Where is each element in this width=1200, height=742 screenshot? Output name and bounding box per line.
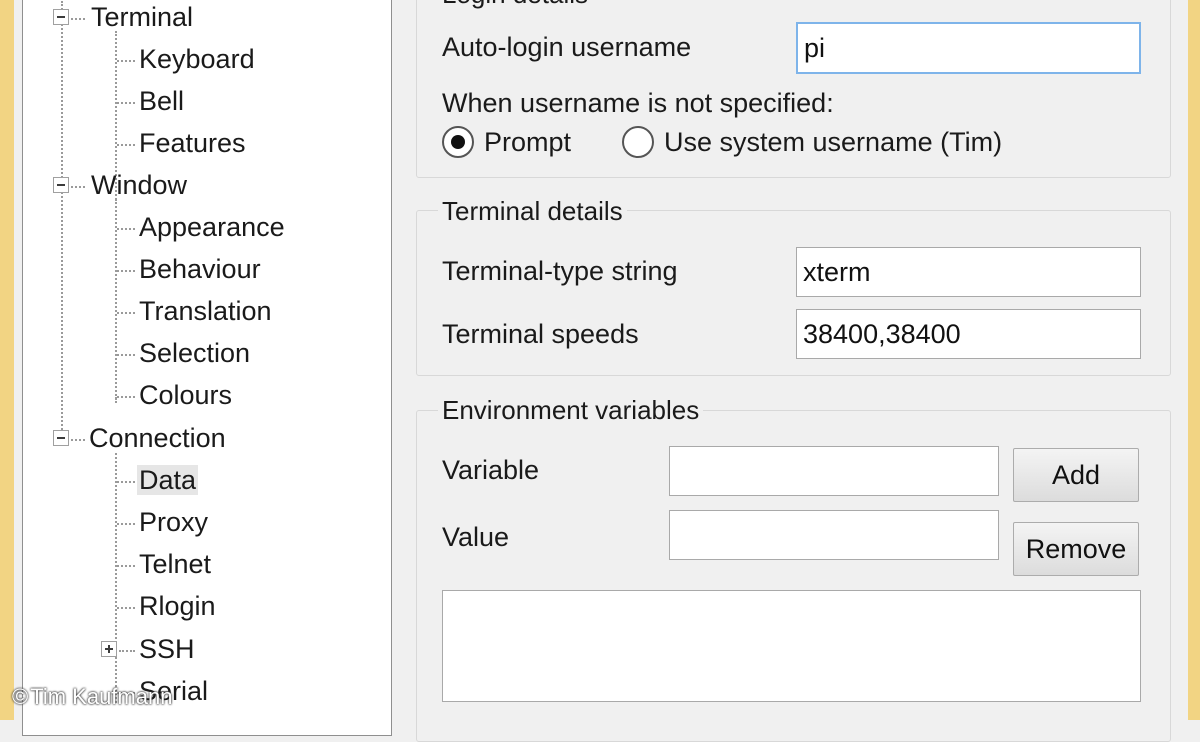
terminal-type-label: Terminal-type string <box>442 256 678 286</box>
tree-connector <box>117 396 135 398</box>
terminal-details-title: Terminal details <box>438 195 627 227</box>
tree-item-label: SSH <box>139 634 195 664</box>
terminal-speeds-input[interactable] <box>796 309 1141 359</box>
tree-item-connection[interactable]: Connection <box>87 420 228 456</box>
tree-connector <box>117 102 135 104</box>
variable-label: Variable <box>442 455 540 485</box>
environment-variables-title: Environment variables <box>438 394 704 426</box>
tree-connector <box>117 312 135 314</box>
tree-item-label: Selection <box>139 338 251 368</box>
tree-connector <box>117 270 135 272</box>
tree-item-appearance[interactable]: Appearance <box>137 209 287 245</box>
tree-item-label: Colours <box>139 380 233 410</box>
collapse-window-icon[interactable] <box>53 177 69 193</box>
tree-item-label: Keyboard <box>139 44 255 74</box>
add-button[interactable]: Add <box>1013 448 1139 502</box>
login-details-title: Login details <box>438 0 592 10</box>
tree-item-rlogin[interactable]: Rlogin <box>137 588 218 624</box>
system-username-radio-label[interactable]: Use system username (Tim) <box>664 125 1002 159</box>
remove-button[interactable]: Remove <box>1013 522 1139 576</box>
tree-connector <box>117 144 135 146</box>
system-username-radio[interactable] <box>622 126 654 158</box>
tree-connector <box>117 523 135 525</box>
tree-connector <box>117 481 135 483</box>
tree-item-label: Connection <box>89 423 226 453</box>
copyright-icon: © <box>12 684 29 709</box>
tree-item-bell[interactable]: Bell <box>137 83 186 119</box>
tree-item-data[interactable]: Data <box>137 462 199 498</box>
tree-item-label: Rlogin <box>139 591 216 621</box>
category-tree[interactable]: Terminal Keyboard Bell Features Window A… <box>22 0 392 736</box>
environment-variables-list[interactable] <box>442 590 1141 702</box>
tree-connector <box>115 453 117 703</box>
autologin-username-input[interactable] <box>796 22 1141 74</box>
tree-item-colours[interactable]: Colours <box>137 377 234 413</box>
copyright-watermark: ©Tim Kaufmann <box>12 684 172 710</box>
window-frame-left <box>0 0 14 720</box>
window-frame-right <box>1188 0 1200 720</box>
tree-connector <box>117 607 135 609</box>
prompt-radio-label[interactable]: Prompt <box>484 125 571 159</box>
tree-item-label: Features <box>139 128 246 158</box>
tree-item-label: Appearance <box>139 212 285 242</box>
collapse-terminal-icon[interactable] <box>53 9 69 25</box>
tree-connector <box>61 1 63 437</box>
tree-item-label: Window <box>91 170 188 200</box>
username-not-specified-label: When username is not specified: <box>442 88 834 118</box>
tree-item-label: Telnet <box>139 549 212 579</box>
tree-item-proxy[interactable]: Proxy <box>137 504 210 540</box>
tree-connector <box>117 60 135 62</box>
value-label: Value <box>442 522 510 552</box>
terminal-type-input[interactable] <box>796 247 1141 297</box>
tree-item-label: Bell <box>139 86 185 116</box>
prompt-radio[interactable] <box>442 126 474 158</box>
tree-item-selection[interactable]: Selection <box>137 335 252 371</box>
tree-connector <box>119 650 135 652</box>
variable-input[interactable] <box>669 446 999 496</box>
tree-item-window[interactable]: Window <box>89 167 189 203</box>
tree-connector <box>71 18 85 20</box>
tree-connector <box>71 186 85 188</box>
tree-item-label: Terminal <box>91 2 194 32</box>
tree-item-terminal[interactable]: Terminal <box>89 0 195 35</box>
tree-item-label: Behaviour <box>139 254 261 284</box>
tree-item-behaviour[interactable]: Behaviour <box>137 251 263 287</box>
tree-item-label: Data <box>137 465 199 495</box>
tree-item-ssh[interactable]: SSH <box>137 631 197 667</box>
tree-item-label: Proxy <box>139 507 209 537</box>
watermark-text: Tim Kaufmann <box>30 684 173 709</box>
tree-connector <box>117 354 135 356</box>
tree-item-label: Translation <box>139 296 272 326</box>
tree-connector <box>117 228 135 230</box>
collapse-connection-icon[interactable] <box>53 430 69 446</box>
tree-item-translation[interactable]: Translation <box>137 293 274 329</box>
tree-connector <box>71 439 85 441</box>
terminal-speeds-label: Terminal speeds <box>442 319 639 349</box>
tree-connector <box>117 565 135 567</box>
value-input[interactable] <box>669 510 999 560</box>
tree-item-keyboard[interactable]: Keyboard <box>137 41 257 77</box>
tree-item-telnet[interactable]: Telnet <box>137 546 213 582</box>
tree-item-features[interactable]: Features <box>137 125 248 161</box>
expand-ssh-icon[interactable] <box>101 641 117 657</box>
autologin-label: Auto-login username <box>442 32 692 62</box>
